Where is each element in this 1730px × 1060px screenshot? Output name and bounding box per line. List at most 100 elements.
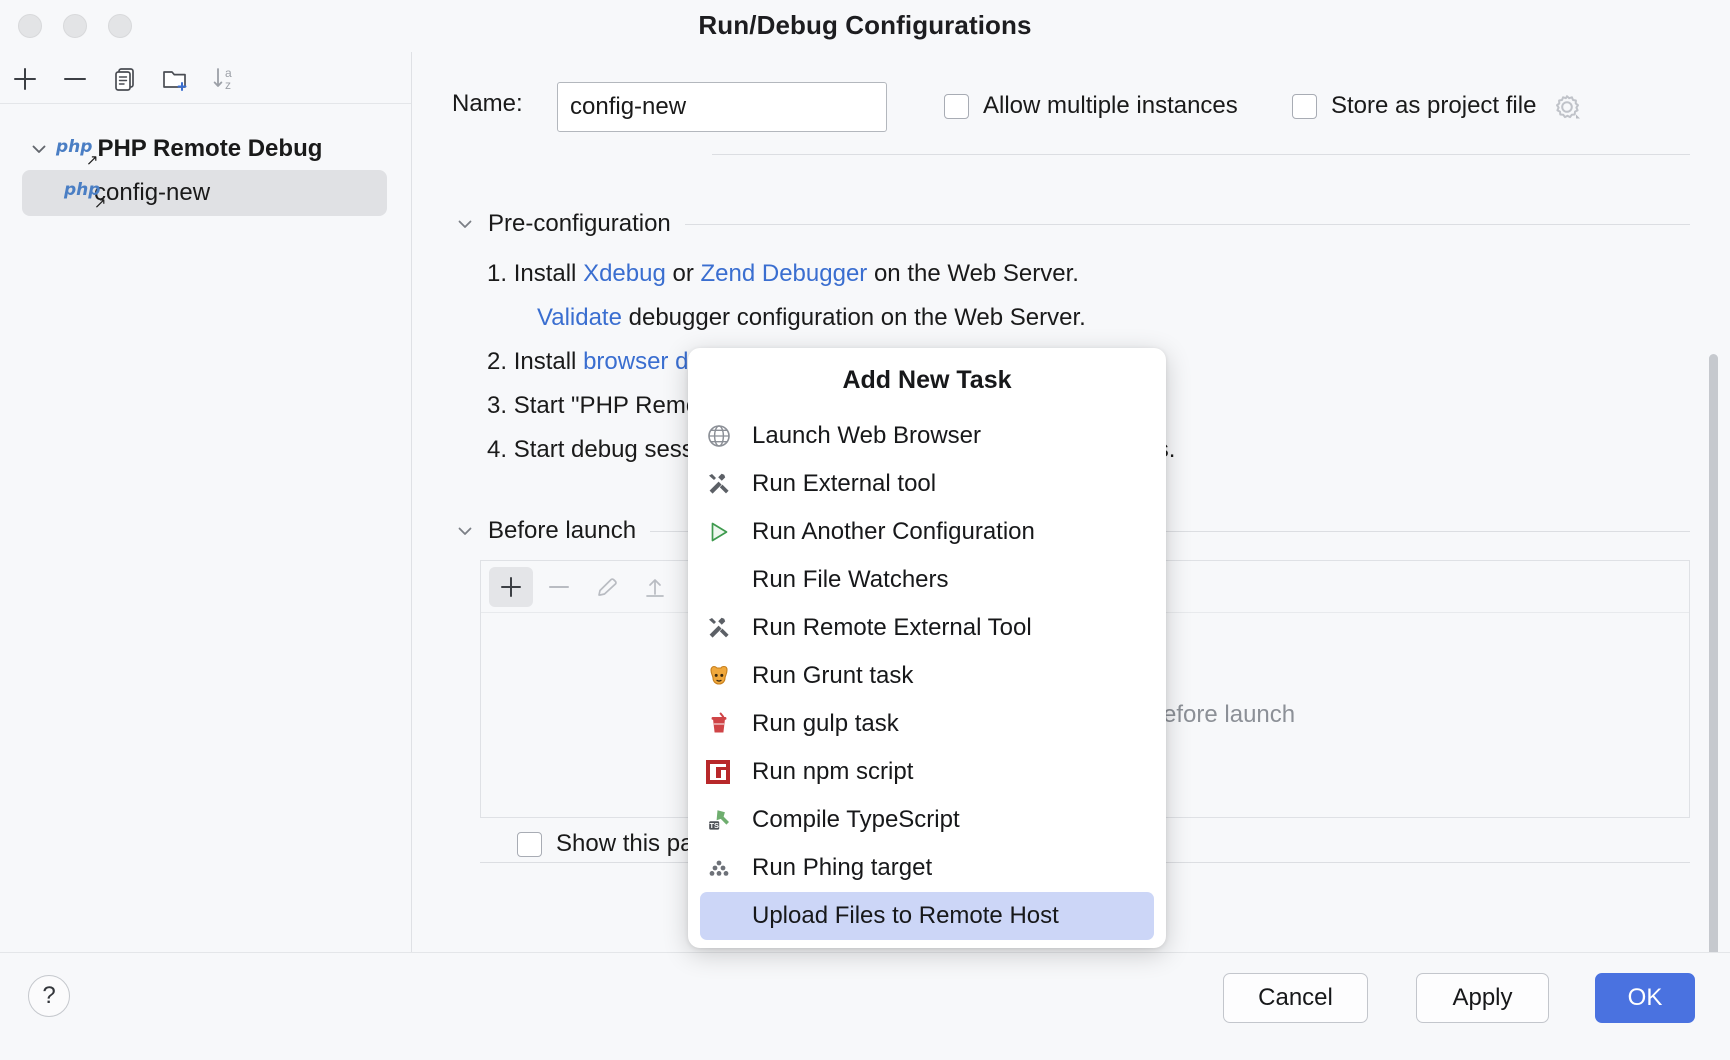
configurations-tree: php↗ PHP Remote Debug php↗ config-new bbox=[0, 104, 411, 982]
popup-item[interactable]: Run Phing target bbox=[700, 844, 1154, 892]
new-folder-button[interactable] bbox=[158, 62, 192, 96]
sidebar-toolbar: a z bbox=[0, 52, 411, 104]
cancel-button-label: Cancel bbox=[1258, 984, 1333, 1012]
popup-item-label: Run gulp task bbox=[752, 710, 899, 738]
before-launch-title: Before launch bbox=[488, 517, 636, 545]
svg-text:TS: TS bbox=[709, 821, 719, 830]
play-triangle-icon bbox=[706, 517, 746, 547]
php-icon: php↗ bbox=[56, 137, 92, 157]
no-icon bbox=[706, 565, 746, 595]
popup-item-label: Compile TypeScript bbox=[752, 806, 960, 834]
chevron-down-icon[interactable] bbox=[452, 518, 478, 544]
store-as-project-file-settings-button[interactable] bbox=[1552, 92, 1582, 122]
hammer-wrench-icon bbox=[706, 469, 746, 499]
vertical-scrollbar[interactable] bbox=[1709, 354, 1718, 952]
step-number: 4. bbox=[487, 436, 514, 463]
step-link[interactable]: Xdebug bbox=[583, 260, 666, 287]
checkbox-box[interactable] bbox=[944, 94, 969, 119]
dialog-footer: ? Cancel Apply OK bbox=[0, 952, 1730, 1060]
add-configuration-button[interactable] bbox=[8, 62, 42, 96]
popup-item[interactable]: Run Grunt task bbox=[700, 652, 1154, 700]
popup-item[interactable]: Launch Web Browser bbox=[700, 412, 1154, 460]
move-up-task-button[interactable] bbox=[633, 567, 677, 607]
store-as-project-file-label: Store as project file bbox=[1331, 92, 1536, 120]
step-text: Install bbox=[514, 260, 583, 287]
popup-item[interactable]: Run Another Configuration bbox=[700, 508, 1154, 556]
popup-item-label: Upload Files to Remote Host bbox=[752, 902, 1059, 930]
allow-multiple-instances-checkbox[interactable]: Allow multiple instances bbox=[944, 92, 1238, 120]
tree-item-config-new[interactable]: php↗ config-new bbox=[22, 170, 387, 216]
gear-icon bbox=[1552, 92, 1582, 122]
sort-configurations-button[interactable]: a z bbox=[208, 62, 242, 96]
help-button[interactable]: ? bbox=[28, 975, 70, 1017]
copy-configuration-button[interactable] bbox=[108, 62, 142, 96]
apply-button[interactable]: Apply bbox=[1416, 973, 1549, 1023]
popup-item-label: Run Another Configuration bbox=[752, 518, 1035, 546]
pre-configuration-title: Pre-configuration bbox=[488, 210, 671, 238]
popup-item-label: Run External tool bbox=[752, 470, 936, 498]
add-new-task-popup: Add New Task Launch Web Browser Run Exter… bbox=[688, 348, 1166, 948]
cancel-button[interactable]: Cancel bbox=[1223, 973, 1368, 1023]
ok-button-label: OK bbox=[1628, 984, 1663, 1012]
svg-text:z: z bbox=[225, 78, 231, 92]
store-as-project-file-checkbox[interactable]: Store as project file bbox=[1292, 92, 1536, 120]
tree-group-label: PHP Remote Debug bbox=[97, 135, 322, 163]
tree-group-php-remote-debug[interactable]: php↗ PHP Remote Debug bbox=[0, 128, 411, 170]
popup-item[interactable]: Disconnect Data Source bbox=[700, 940, 1154, 948]
step-number: 1. bbox=[487, 260, 514, 287]
php-icon: php↗ bbox=[64, 180, 100, 200]
pre-configuration-step: 1. Install Xdebug or Zend Debugger on th… bbox=[487, 252, 1710, 296]
help-icon: ? bbox=[42, 982, 55, 1010]
step-number: 3. bbox=[487, 392, 514, 419]
chevron-down-icon[interactable] bbox=[452, 211, 478, 237]
step-link[interactable]: Validate bbox=[537, 304, 622, 331]
gulp-cup-icon bbox=[706, 709, 746, 739]
run-debug-configurations-dialog: Run/Debug Configurations bbox=[0, 0, 1730, 1060]
popup-item[interactable]: Run npm script bbox=[700, 748, 1154, 796]
ok-button[interactable]: OK bbox=[1595, 973, 1695, 1023]
popup-item-label: Run Phing target bbox=[752, 854, 932, 882]
globe-icon bbox=[706, 421, 746, 451]
no-icon bbox=[706, 901, 746, 931]
title-bar: Run/Debug Configurations bbox=[0, 0, 1730, 52]
popup-item[interactable]: Run File Watchers bbox=[700, 556, 1154, 604]
hammer-wrench-icon bbox=[706, 613, 746, 643]
popup-item[interactable]: Run External tool bbox=[700, 460, 1154, 508]
tree-item-label: config-new bbox=[94, 179, 210, 207]
chevron-down-icon[interactable] bbox=[26, 136, 52, 162]
phing-dots-icon bbox=[706, 853, 746, 883]
header-divider bbox=[712, 154, 1690, 155]
popup-title: Add New Task bbox=[688, 348, 1166, 412]
checkbox-box[interactable] bbox=[517, 832, 542, 857]
popup-item-label: Run File Watchers bbox=[752, 566, 949, 594]
step-text: or bbox=[666, 260, 701, 287]
popup-item-label: Launch Web Browser bbox=[752, 422, 981, 450]
allow-multiple-instances-label: Allow multiple instances bbox=[983, 92, 1238, 120]
name-label: Name: bbox=[452, 90, 523, 118]
step-number: 2. bbox=[487, 348, 514, 375]
window-title: Run/Debug Configurations bbox=[0, 10, 1730, 41]
edit-task-button[interactable] bbox=[585, 567, 629, 607]
popup-item-label: Run Remote External Tool bbox=[752, 614, 1032, 642]
popup-item-label: Run npm script bbox=[752, 758, 913, 786]
checkbox-box[interactable] bbox=[1292, 94, 1317, 119]
popup-item[interactable]: Run Remote External Tool bbox=[700, 604, 1154, 652]
popup-item-list: Launch Web Browser Run External tool Run A… bbox=[688, 412, 1166, 948]
apply-button-label: Apply bbox=[1452, 984, 1512, 1012]
popup-item[interactable]: Run gulp task bbox=[700, 700, 1154, 748]
popup-item[interactable]: Upload Files to Remote Host bbox=[700, 892, 1154, 940]
grunt-ox-icon bbox=[706, 661, 746, 691]
remove-task-button[interactable] bbox=[537, 567, 581, 607]
step-link[interactable]: Zend Debugger bbox=[701, 260, 868, 287]
remove-configuration-button[interactable] bbox=[58, 62, 92, 96]
pre-configuration-section-header[interactable]: Pre-configuration bbox=[452, 210, 1690, 238]
popup-item[interactable]: TS Compile TypeScript bbox=[700, 796, 1154, 844]
popup-item-label: Run Grunt task bbox=[752, 662, 913, 690]
name-input[interactable] bbox=[557, 82, 887, 132]
add-task-button[interactable] bbox=[489, 567, 533, 607]
configurations-sidebar: a z php↗ PHP Remote Debug php↗ config-ne… bbox=[0, 52, 412, 1060]
section-rule bbox=[685, 224, 1690, 225]
step-text: Install bbox=[514, 348, 583, 375]
step-text: debugger configuration on the Web Server… bbox=[622, 304, 1086, 331]
name-row: Name: Allow multiple instances Store as … bbox=[452, 82, 1690, 134]
